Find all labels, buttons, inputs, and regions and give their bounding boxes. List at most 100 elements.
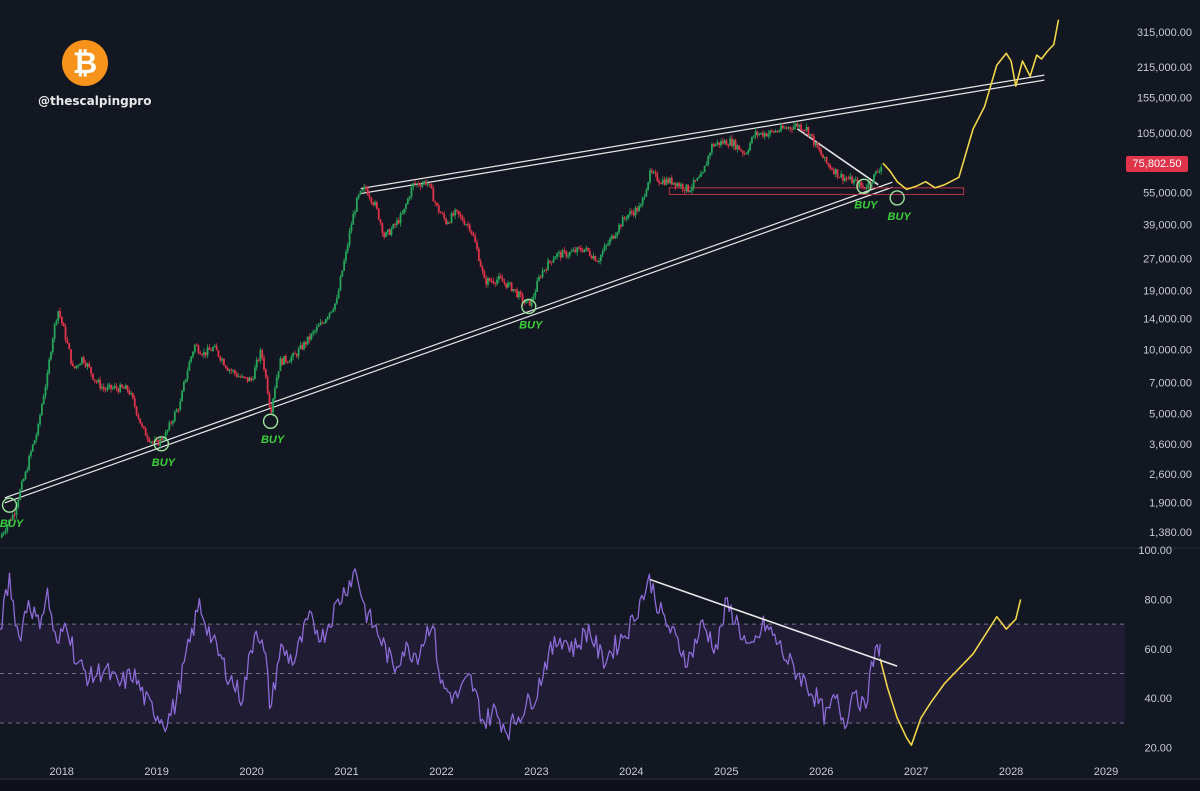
candle-body xyxy=(406,198,409,205)
buy-label: BUY xyxy=(854,199,879,211)
candle-body xyxy=(629,211,631,215)
candle-body xyxy=(465,224,468,226)
candle-body xyxy=(292,353,295,357)
candle-body xyxy=(237,376,240,378)
candle-body xyxy=(144,428,147,436)
candle-body xyxy=(323,322,325,324)
candle-body xyxy=(749,143,752,151)
candle-body xyxy=(381,223,384,234)
candle-body xyxy=(377,208,380,220)
candle-body xyxy=(798,124,801,127)
candle-body xyxy=(494,283,497,285)
candle-body xyxy=(707,155,710,165)
candle-body xyxy=(55,320,58,324)
candle-body xyxy=(712,144,715,147)
buy-label: BUY xyxy=(888,211,913,223)
candle-body xyxy=(690,187,693,191)
candle-body xyxy=(614,235,617,239)
candle-body xyxy=(68,343,71,350)
candle-body xyxy=(297,348,300,357)
candle-body xyxy=(301,344,304,350)
candle-body xyxy=(543,269,546,271)
buy-circle xyxy=(262,413,279,429)
candle-body xyxy=(75,365,78,369)
candle-body xyxy=(91,373,94,380)
candle-body xyxy=(849,176,852,180)
candle-body xyxy=(601,251,604,255)
candle-body xyxy=(732,140,735,147)
candle-body xyxy=(548,260,551,262)
candle-body xyxy=(481,266,484,272)
candle-body xyxy=(310,333,313,340)
candle-body xyxy=(244,377,247,379)
candle-body xyxy=(396,220,398,226)
candle-body xyxy=(397,220,400,224)
candle-body xyxy=(388,229,391,235)
candle-body xyxy=(13,514,16,516)
candle-body xyxy=(627,214,630,219)
candle-body xyxy=(670,177,673,185)
price-tick-label: 2,600.00 xyxy=(1149,469,1192,481)
candle-body xyxy=(532,296,535,300)
candle-body xyxy=(246,377,249,382)
candle-body xyxy=(738,145,741,150)
candle-body xyxy=(847,178,850,180)
candle-body xyxy=(284,356,287,362)
candle-body xyxy=(641,197,644,205)
candle-body xyxy=(565,250,568,257)
candle-body xyxy=(681,184,684,190)
candle-body xyxy=(423,181,426,184)
candle-body xyxy=(130,393,132,395)
candle-body xyxy=(663,179,666,185)
candle-body xyxy=(829,165,832,169)
candle-body xyxy=(303,341,305,350)
candle-body xyxy=(490,280,493,282)
candle-body xyxy=(796,123,799,127)
candle-body xyxy=(811,134,813,136)
candle-body xyxy=(177,409,180,411)
candle-body xyxy=(370,198,373,203)
candle-body xyxy=(348,231,351,245)
candle-body xyxy=(62,323,65,327)
candle-body xyxy=(470,230,473,234)
price-tick-label: 215,000.00 xyxy=(1137,62,1192,74)
candle-body xyxy=(281,358,284,365)
candle-body xyxy=(845,177,848,179)
candle-body xyxy=(337,290,340,299)
candle-body xyxy=(638,205,640,212)
candle-body xyxy=(135,406,138,415)
candle-body xyxy=(507,282,509,288)
candle-body xyxy=(541,270,544,278)
candle-body xyxy=(723,140,726,144)
candle-body xyxy=(99,379,102,389)
support-zone-box xyxy=(668,187,965,195)
candle-body xyxy=(822,154,824,159)
candle-body xyxy=(590,255,593,259)
candle-body xyxy=(203,351,205,356)
candle-body xyxy=(334,303,336,310)
candle-body xyxy=(354,211,356,215)
candle-body xyxy=(603,246,606,252)
candle-body xyxy=(510,282,513,292)
candle-body xyxy=(598,260,600,262)
candle-body xyxy=(181,391,183,402)
trendline xyxy=(360,74,1045,190)
candle-body xyxy=(274,388,276,399)
candle-body xyxy=(213,345,216,348)
candle-body xyxy=(86,363,89,367)
candle-body xyxy=(90,367,92,374)
candle-body xyxy=(430,184,433,189)
candle-body xyxy=(736,145,739,150)
candle-body xyxy=(578,247,580,249)
candle-body xyxy=(428,183,431,185)
candle-body xyxy=(536,280,539,292)
candle-body xyxy=(450,213,453,223)
candle-body xyxy=(814,142,817,146)
candle-body xyxy=(50,352,52,360)
price-tick-label: 1,380.00 xyxy=(1149,527,1192,539)
bitcoin-logo-icon: ₿ xyxy=(62,40,108,86)
candle-body xyxy=(132,393,134,399)
candle-body xyxy=(190,356,193,362)
candle-body xyxy=(30,451,32,456)
candle-body xyxy=(840,174,843,178)
